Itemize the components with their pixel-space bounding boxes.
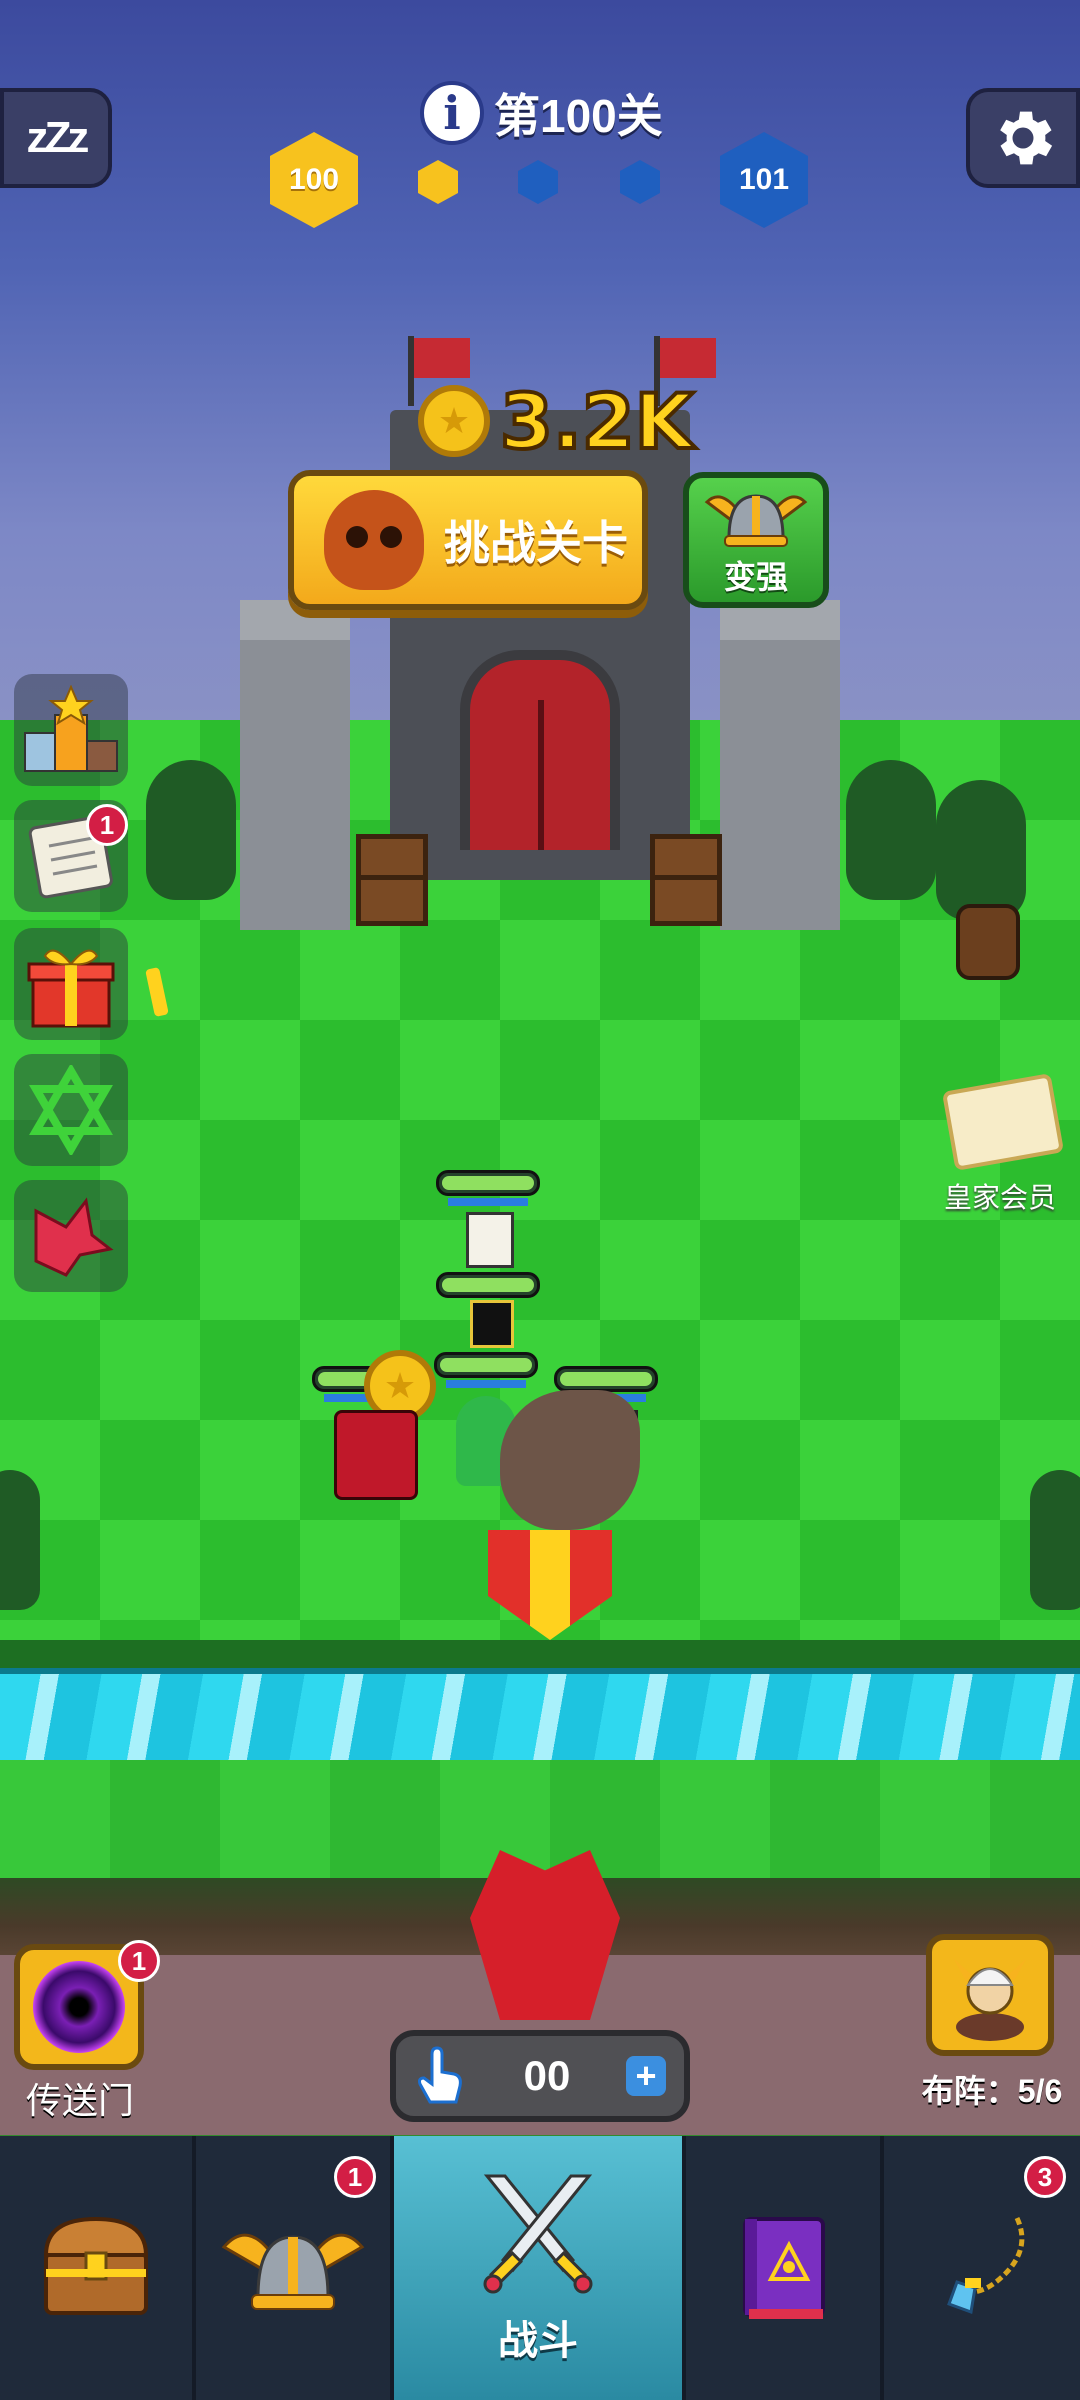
- formation-status: 布阵：5/6: [908, 2066, 1076, 2112]
- unit-eagle: [500, 1390, 640, 1530]
- tab-battle[interactable]: 战斗: [394, 2136, 686, 2400]
- notification-badge: 1: [334, 2156, 376, 2198]
- formation-button[interactable]: [926, 1934, 1054, 2056]
- spellbook-icon: [743, 2217, 825, 2319]
- tree: [1030, 1470, 1080, 1610]
- leaderboard-icon: [24, 685, 118, 772]
- unit-health-bar: [434, 1352, 538, 1388]
- level-label: 第100关: [494, 90, 663, 142]
- counter-value: 00: [523, 2052, 571, 2099]
- treasure-chest-icon: [43, 2216, 149, 2315]
- river: [0, 1668, 1080, 1760]
- unit-red-knight: [334, 1410, 418, 1500]
- tree: [146, 760, 236, 900]
- tab-accessory[interactable]: 3: [884, 2136, 1080, 2400]
- gift-icon: [27, 949, 115, 1028]
- sleep-button[interactable]: zZz: [0, 88, 112, 188]
- quest-scroll-button[interactable]: 1: [14, 800, 128, 912]
- castle-flag: [660, 338, 716, 378]
- unit-paladin: [466, 1212, 514, 1268]
- coin-icon: [418, 385, 490, 457]
- zzz-icon: zZz: [26, 113, 90, 162]
- castle-tower-right: [720, 600, 840, 930]
- challenge-level-button[interactable]: 挑战关卡: [288, 470, 648, 610]
- formation-count: 5/6: [1017, 2073, 1063, 2109]
- skull-icon: [324, 490, 424, 590]
- add-button[interactable]: +: [626, 2056, 666, 2096]
- royal-membership-label[interactable]: 皇家会员: [930, 1176, 1070, 1216]
- tree: [846, 760, 936, 900]
- winged-helmet-icon: [221, 2233, 365, 2310]
- winged-helmet-icon: [704, 494, 808, 547]
- tap-counter: 00 +: [390, 2030, 690, 2122]
- tab-battle-label: 战斗: [498, 2319, 578, 2363]
- info-icon[interactable]: i: [420, 81, 484, 145]
- crate: [650, 834, 722, 926]
- red-crystal-button[interactable]: [14, 1180, 128, 1292]
- notification-badge: 3: [1024, 2156, 1066, 2198]
- castle-tower-left: [240, 600, 350, 930]
- power-up-label: 变强: [723, 559, 788, 595]
- bottom-nav: 1 战斗 3: [0, 2136, 1080, 2400]
- amulet-icon: [947, 2216, 1025, 2315]
- warrior-portrait-icon: [954, 1959, 1026, 2041]
- player-red-dragon: [470, 1850, 620, 2020]
- leaderboard-button[interactable]: [14, 674, 128, 786]
- tab-spellbook[interactable]: [686, 2136, 884, 2400]
- hexagram-button[interactable]: [14, 1054, 128, 1166]
- reward-amount: 3.2K: [498, 375, 696, 468]
- portal-label: 传送门: [25, 2080, 134, 2121]
- unit-health-bar: [436, 1272, 540, 1298]
- castle-gate-seam: [538, 700, 544, 850]
- gear-icon: [1000, 111, 1053, 165]
- field-edge: [0, 1640, 1080, 1670]
- red-crystal-icon: [34, 1197, 114, 1277]
- power-up-button[interactable]: 变强: [683, 472, 829, 608]
- challenge-label: 挑战关卡: [444, 517, 628, 569]
- notification-badge: 1: [118, 1940, 160, 1982]
- river-bank: [0, 1760, 1080, 1880]
- portal-button[interactable]: 1: [14, 1940, 160, 2070]
- unit-health-bar: [436, 1170, 540, 1206]
- tree: [0, 1470, 40, 1610]
- tab-hero[interactable]: 1: [196, 2136, 394, 2400]
- portal-icon: [33, 1961, 125, 2053]
- hexagram-icon: [29, 1065, 113, 1155]
- barrel: [956, 904, 1020, 980]
- level-title: i 第100关: [420, 80, 663, 146]
- notification-badge: 1: [86, 804, 128, 846]
- tap-hand-icon: [418, 2046, 462, 2104]
- tree: [936, 780, 1026, 920]
- crate: [356, 834, 428, 926]
- crossed-swords-icon: [483, 2174, 593, 2294]
- gift-button[interactable]: [14, 928, 128, 1040]
- tab-chest[interactable]: [0, 2136, 196, 2400]
- formation-label: 布阵：: [921, 2073, 1018, 2109]
- castle-flag: [414, 338, 470, 378]
- level-reward: 3.2K: [418, 375, 696, 468]
- unit-dark-mage: [470, 1300, 514, 1348]
- plus-icon: +: [635, 2055, 657, 2096]
- settings-button[interactable]: [966, 88, 1080, 188]
